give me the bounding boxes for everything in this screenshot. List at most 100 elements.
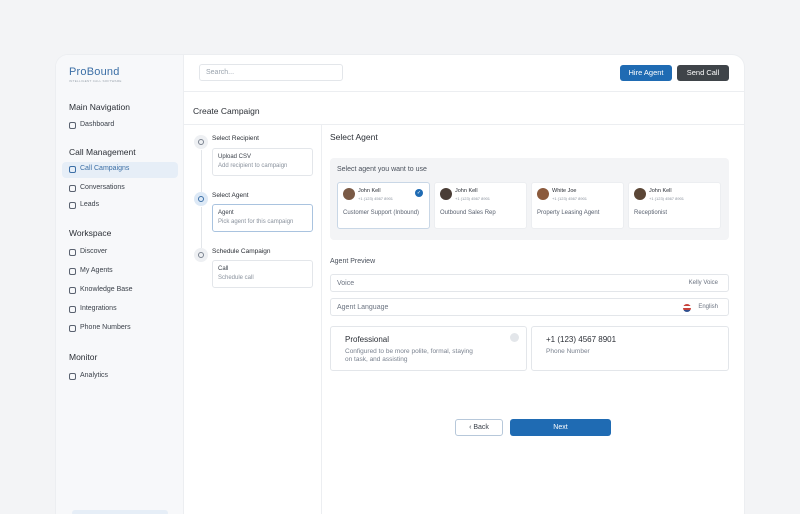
next-button[interactable]: Next [510,419,611,436]
agent-phone: +1 (123) 4567 8901 [455,196,491,201]
back-label: Back [473,424,489,431]
step-icon-recipient [194,135,208,149]
agent-role: Customer Support (Inbound) [343,210,420,216]
sidebar-item-my-agents[interactable]: My Agents [62,264,178,280]
agent-name: White Joe [552,188,577,194]
step-box-subtitle: Add recipient to campaign [218,163,288,169]
avatar [634,188,646,200]
back-button[interactable]: ‹ Back [455,419,503,436]
step-icon-schedule [194,248,208,262]
steps-divider [321,124,322,514]
agent-prompt: Select agent you want to use [337,166,427,173]
sidebar-item-label: Phone Numbers [80,324,131,331]
agent-preview-heading: Agent Preview [330,258,376,265]
sidebar-item-conversations[interactable]: Conversations [62,181,178,197]
step-box-agent[interactable]: Agent Pick agent for this campaign [212,204,313,232]
agent-selection-panel: Select agent you want to use John Kell +… [330,158,729,240]
phone-number-label: Phone Number [546,348,590,355]
sidebar-item-label: Conversations [80,184,125,191]
sidebar-item-dashboard[interactable]: Dashboard [62,118,178,134]
logo: ProBound [69,66,120,78]
language-field[interactable]: Agent Language English [330,298,729,316]
agent-card[interactable]: John Kell +1 (123) 4567 8901 Outbound Sa… [434,182,527,229]
step-box-subtitle: Schedule call [218,275,254,281]
phone-book-icon [69,325,76,332]
agent-card[interactable]: White Joe +1 (123) 4567 8901 Property Le… [531,182,624,229]
step-title-schedule: Schedule Campaign [212,248,271,255]
sidebar-item-label: Analytics [80,372,109,379]
step-box-title: Call [218,266,229,272]
agent-card[interactable]: John Kell +1 (123) 4567 8901 ✓ Customer … [337,182,430,229]
avatar [440,188,452,200]
radio-icon[interactable] [510,333,519,342]
page-title: Create Campaign [193,106,260,116]
step-box-title: Agent [218,210,234,216]
section-title-main-navigation: Main Navigation [69,102,130,112]
agent-role: Outbound Sales Rep [440,210,496,216]
sidebar-item-knowledge-base[interactable]: Knowledge Base [62,283,178,299]
top-bar: ProBound INTELLIGENT CALL SOFTWARE Searc… [56,55,744,92]
avatar [537,188,549,200]
step-box-upload-csv[interactable]: Upload CSV Add recipient to campaign [212,148,313,176]
check-icon: ✓ [415,189,423,197]
step-connector [201,207,202,248]
agent-role: Property Leasing Agent [537,210,600,216]
sync-icon [69,306,76,313]
sidebar-item-discover[interactable]: Discover [62,245,178,261]
phone-number-card: +1 (123) 4567 8901 Phone Number [531,326,729,371]
select-agent-heading: Select Agent [330,132,378,142]
step-connector [201,150,202,192]
sidebar-item-call-campaigns[interactable]: Call Campaigns [62,162,178,178]
sidebar-item-phone-numbers[interactable]: Phone Numbers [62,321,178,337]
folder-icon [69,287,76,294]
sidebar-item-label: My Agents [80,267,113,274]
sidebar-item-label: Leads [80,201,100,208]
chart-icon [69,373,76,380]
step-icon-agent [194,192,208,206]
logo-area: ProBound INTELLIGENT CALL SOFTWARE [56,55,184,92]
sidebar-item-integrations[interactable]: Integrations [62,302,178,318]
step-title-agent: Select Agent [212,192,249,199]
language-value: English [698,304,718,310]
step-title-recipient: Select Recipient [212,135,259,142]
agent-name: John Kell [455,188,478,194]
user-circle-icon [69,268,76,275]
agent-name: John Kell [649,188,672,194]
agent-phone: +1 (123) 4567 8901 [649,196,685,201]
sidebar-item-label: Call Campaigns [80,165,130,172]
step-box-title: Upload CSV [218,154,252,160]
voice-label: Voice [337,280,355,287]
app-window: ProBound INTELLIGENT CALL SOFTWARE Searc… [56,55,744,514]
main-content: Create Campaign Select Recipient Upload … [184,92,744,514]
phone-number-value: +1 (123) 4567 8901 [546,335,617,344]
section-title-workspace: Workspace [69,228,112,238]
sidebar-item-label: Discover [80,248,108,255]
style-title: Professional [345,335,390,344]
sidebar-item-analytics[interactable]: Analytics [62,369,178,385]
search-placeholder: Search... [206,69,235,76]
users-icon [69,202,76,209]
language-label: Agent Language [337,304,389,311]
agent-phone: +1 (123) 4567 8901 [358,196,394,201]
sidebar-item-label: Knowledge Base [80,286,133,293]
search-input[interactable]: Search... [199,64,343,81]
voice-field[interactable]: Voice Kelly Voice [330,274,729,292]
sidebar-item-leads[interactable]: Leads [62,198,178,214]
sidebar-item-label: Dashboard [80,121,115,128]
section-title-call-management: Call Management [69,147,136,157]
divider [184,124,744,125]
style-option-professional[interactable]: Professional Configured to be more polit… [330,326,527,371]
agent-card[interactable]: John Kell +1 (123) 4567 8901 Receptionis… [628,182,721,229]
hire-agent-button[interactable]: Hire Agent [620,65,672,81]
sidebar-item-label: Integrations [80,305,117,312]
chat-icon [69,185,76,192]
send-call-button[interactable]: Send Call [677,65,729,81]
avatar [343,188,355,200]
agent-name: John Kell [358,188,381,194]
step-box-call[interactable]: Call Schedule call [212,260,313,288]
agent-phone: +1 (123) 4567 8901 [552,196,588,201]
sidebar: Main Navigation Dashboard Call Managemen… [56,92,184,514]
section-title-monitor: Monitor [69,352,98,362]
agent-role: Receptionist [634,210,668,216]
logo-tagline: INTELLIGENT CALL SOFTWARE [69,79,122,83]
